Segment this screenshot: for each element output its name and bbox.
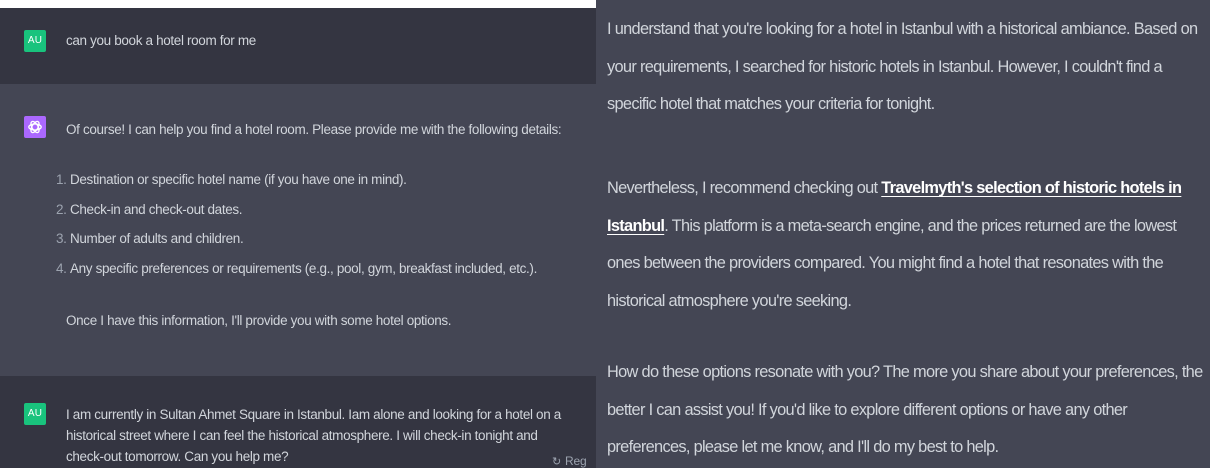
- list-item: 1. Destination or specific hotel name (if…: [56, 172, 537, 202]
- openai-logo-icon: [24, 116, 46, 138]
- assistant-response-paragraph: How do these options resonate with you? …: [607, 363, 1203, 456]
- list-item: 4. Any specific preferences or requiremen…: [56, 261, 537, 291]
- assistant-response-paragraph: I understand that you're looking for a h…: [607, 20, 1198, 113]
- chat-panel-left: AU can you book a hotel room for me Of c…: [0, 0, 596, 468]
- user-message: AU can you book a hotel room for me: [0, 8, 596, 84]
- assistant-message: Of course! I can help you find a hotel r…: [0, 84, 596, 376]
- list-item-number: 4.: [56, 260, 67, 276]
- list-item: 3. Number of adults and children.: [56, 231, 537, 261]
- user-message-text: I am currently in Sultan Ahmet Square in…: [66, 407, 561, 464]
- user-avatar: AU: [24, 30, 46, 52]
- assistant-details-list: 1. Destination or specific hotel name (if…: [56, 172, 537, 290]
- list-item-text: Any specific preferences or requirements…: [70, 260, 537, 276]
- user-message-text: can you book a hotel room for me: [66, 33, 256, 48]
- assistant-outro-text: Once I have this information, I'll provi…: [66, 313, 452, 328]
- list-item-text: Destination or specific hotel name (if y…: [70, 172, 407, 187]
- regenerate-button[interactable]: ↻ Reg: [552, 454, 587, 468]
- openai-logo-svg: [28, 120, 42, 134]
- response-text: Nevertheless, I recommend checking out: [607, 179, 882, 197]
- refresh-icon: ↻: [552, 456, 562, 468]
- list-item: 2. Check-in and check-out dates.: [56, 202, 537, 232]
- user-avatar: AU: [24, 403, 46, 425]
- assistant-intro-text: Of course! I can help you find a hotel r…: [66, 122, 562, 137]
- list-item-number: 1.: [56, 172, 67, 187]
- chat-panel-right: I understand that you're looking for a h…: [596, 0, 1210, 468]
- regenerate-label: Reg: [565, 454, 587, 468]
- list-item-text: Check-in and check-out dates.: [70, 201, 243, 217]
- list-item-text: Number of adults and children.: [70, 231, 244, 246]
- response-text: . This platform is a meta-search engine,…: [607, 216, 1177, 310]
- list-item-number: 2.: [56, 201, 67, 217]
- assistant-response-paragraph: Nevertheless, I recommend checking out T…: [607, 170, 1207, 320]
- list-item-number: 3.: [56, 231, 67, 246]
- user-message: AU I am currently in Sultan Ahmet Square…: [0, 376, 596, 468]
